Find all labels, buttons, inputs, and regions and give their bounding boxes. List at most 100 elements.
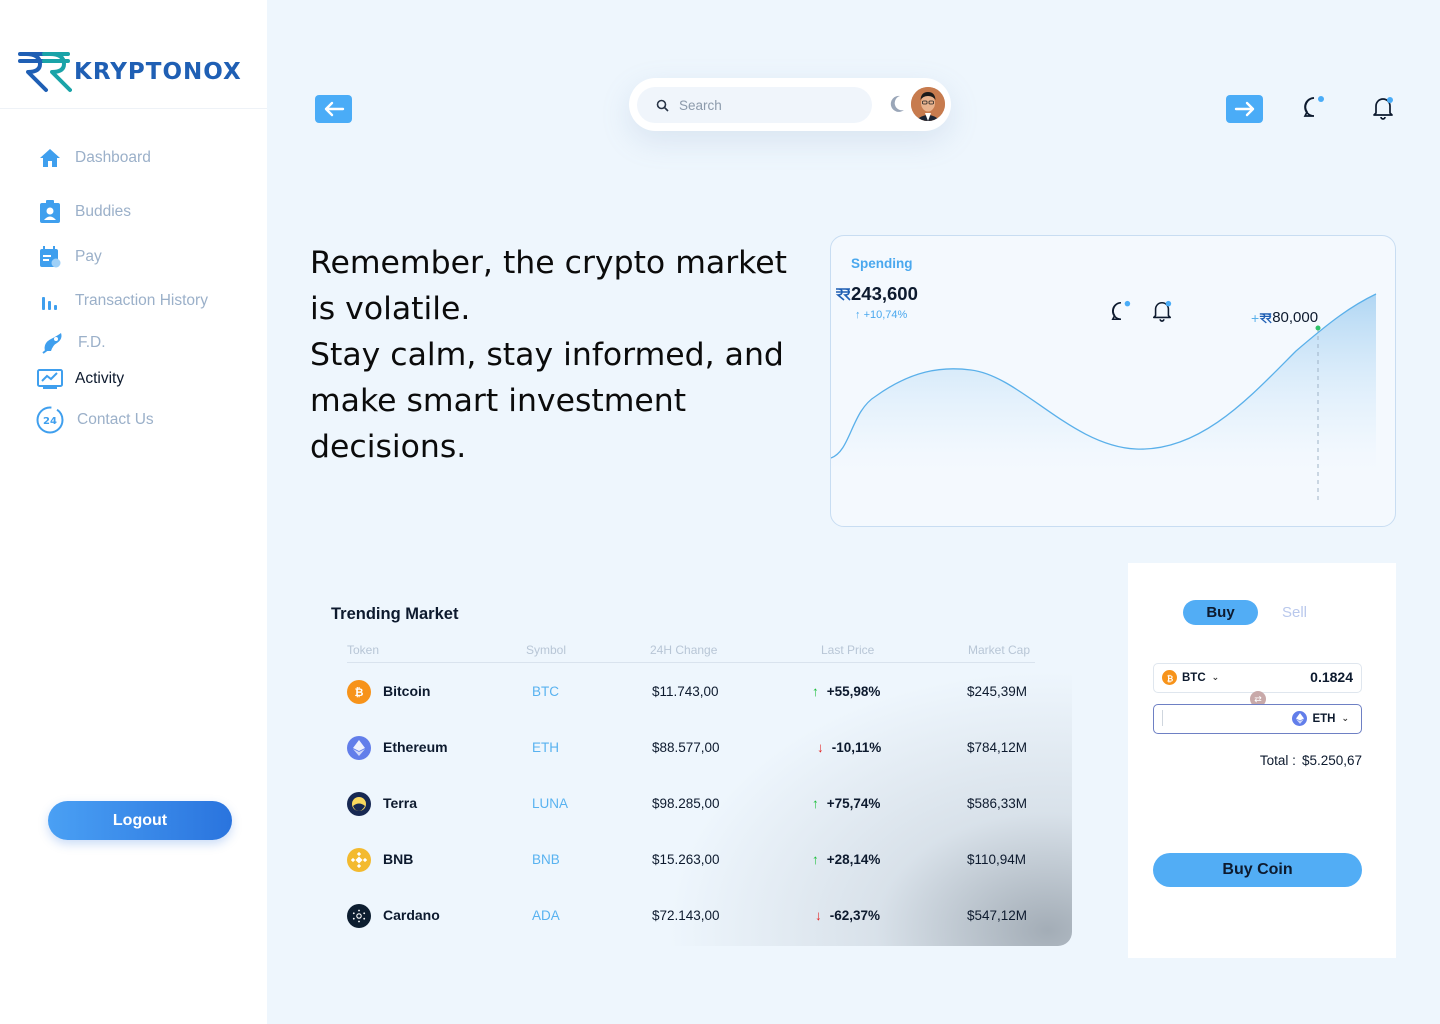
sidebar-item-label: Contact Us bbox=[77, 411, 154, 428]
table-row[interactable]: BNB BNB $15.263,00 ↑ +28,14% $110,94M bbox=[347, 831, 1035, 887]
avatar[interactable] bbox=[911, 87, 945, 121]
token-symbol: ADA bbox=[532, 908, 560, 923]
bnb-icon bbox=[347, 848, 371, 872]
sidebar-item-label: Activity bbox=[75, 370, 125, 387]
table-row[interactable]: Cardano ADA $72.143,00 ↓ -62,37% $547,12M bbox=[347, 887, 1035, 943]
token-last-price: ↑ +75,74% bbox=[812, 796, 880, 811]
support-24-icon: 24 bbox=[34, 404, 66, 436]
bitcoin-icon: ₿ bbox=[1162, 670, 1177, 685]
column-header-symbol: Symbol bbox=[526, 643, 567, 657]
spending-amount: 243,600 bbox=[835, 283, 918, 305]
table-row[interactable]: Terra LUNA $98.285,00 ↑ +75,74% $586,33M bbox=[347, 775, 1035, 831]
token-name: BNB bbox=[383, 851, 414, 867]
column-header-last-price: Last Price bbox=[821, 643, 875, 657]
plus-icon: + bbox=[1251, 309, 1260, 326]
token-last-price-value: +55,98% bbox=[826, 684, 881, 699]
token-last-price: ↓ -62,37% bbox=[815, 908, 880, 923]
sidebar-item-transaction-history[interactable]: Transaction History bbox=[36, 291, 208, 311]
from-coin-select[interactable]: ₿ BTC ⌄ bbox=[1162, 670, 1219, 685]
market-table-header: Token Symbol 24H Change Last Price Marke… bbox=[347, 640, 1035, 663]
arrow-up-icon: ↑ bbox=[812, 684, 819, 699]
back-button[interactable] bbox=[315, 95, 352, 123]
divider bbox=[0, 108, 267, 109]
sidebar-item-label: Pay bbox=[75, 248, 102, 265]
token-last-price: ↑ +55,98% bbox=[812, 684, 880, 699]
sidebar-item-dashboard[interactable]: Dashboard bbox=[36, 148, 151, 168]
svg-text:₿: ₿ bbox=[355, 686, 364, 699]
table-row[interactable]: ₿ Bitcoin BTC $11.743,00 ↑ +55,98% $245,3… bbox=[347, 663, 1035, 719]
headline-line-2: Stay calm, stay informed, and make smart… bbox=[310, 337, 784, 465]
card-chat-button[interactable] bbox=[1109, 299, 1133, 323]
from-amount-field[interactable]: ₿ BTC ⌄ bbox=[1153, 663, 1362, 693]
brand-name: KRYPTONOX bbox=[74, 59, 242, 85]
sidebar-item-activity[interactable]: Activity bbox=[36, 369, 124, 389]
tab-sell[interactable]: Sell bbox=[1278, 600, 1311, 625]
id-badge-icon bbox=[36, 198, 64, 226]
token-last-price-value: +28,14% bbox=[826, 852, 881, 867]
spending-peak-value: 80,000 bbox=[1272, 309, 1319, 326]
search-input[interactable] bbox=[679, 97, 859, 113]
search-field[interactable] bbox=[637, 87, 872, 123]
from-coin-label: BTC bbox=[1182, 671, 1206, 684]
token-symbol: BTC bbox=[532, 684, 559, 699]
logout-button[interactable]: Logout bbox=[48, 801, 232, 840]
peak-marker-dot bbox=[1315, 325, 1321, 331]
sidebar-item-fd[interactable]: F.D. bbox=[39, 333, 106, 354]
chat-bubble-icon bbox=[1111, 300, 1131, 321]
column-header-token: Token bbox=[347, 643, 380, 657]
rupee-logo-icon bbox=[18, 52, 72, 92]
spending-area-chart bbox=[831, 293, 1377, 504]
token-24h-change: $98.285,00 bbox=[652, 796, 720, 811]
svg-text:24: 24 bbox=[43, 416, 57, 427]
from-amount-input[interactable] bbox=[1253, 669, 1353, 685]
sidebar-item-label: F.D. bbox=[78, 334, 106, 351]
arrow-down-icon: ↓ bbox=[815, 908, 822, 923]
total-summary: Total : $5.250,67 bbox=[1260, 753, 1362, 768]
token-24h-change: $88.577,00 bbox=[652, 740, 720, 755]
table-row[interactable]: Ethereum ETH $88.577,00 ↓ -10,11% $784,12… bbox=[347, 719, 1035, 775]
moon-icon[interactable] bbox=[887, 94, 907, 114]
bar-chart-icon bbox=[36, 287, 64, 315]
to-amount-input[interactable] bbox=[1162, 710, 1282, 726]
to-coin-select[interactable]: ETH ⌄ bbox=[1292, 711, 1349, 726]
buy-coin-button[interactable]: Buy Coin bbox=[1153, 853, 1362, 887]
column-header-market-cap: Market Cap bbox=[968, 643, 1031, 657]
arrow-up-icon: ↑ bbox=[812, 852, 819, 867]
brand-logo[interactable]: KRYPTONOX bbox=[18, 50, 242, 94]
spending-card: Spending 243,600 ↑ +10,74% + 80,000 bbox=[830, 235, 1396, 527]
market-title: Trending Market bbox=[331, 605, 459, 623]
market-table: Token Symbol 24H Change Last Price Marke… bbox=[347, 640, 1035, 943]
home-icon bbox=[36, 144, 64, 172]
bitcoin-icon: ₿ bbox=[347, 680, 371, 704]
to-amount-field[interactable]: ETH ⌄ bbox=[1153, 704, 1362, 734]
sidebar-item-contact-us[interactable]: 24 Contact Us bbox=[34, 406, 154, 434]
notifications-button[interactable] bbox=[1370, 95, 1396, 121]
svg-text:₿: ₿ bbox=[1166, 674, 1173, 683]
token-market-cap: $547,12M bbox=[967, 908, 1028, 923]
search-icon bbox=[656, 99, 669, 112]
token-last-price-value: -62,37% bbox=[829, 908, 881, 923]
card-notifications-button[interactable] bbox=[1150, 299, 1174, 323]
forward-button[interactable] bbox=[1226, 95, 1263, 123]
headline: Remember, the crypto market is volatile.… bbox=[310, 240, 800, 470]
token-market-cap: $586,33M bbox=[967, 796, 1028, 811]
sidebar-item-label: Buddies bbox=[75, 203, 132, 220]
token-24h-change: $72.143,00 bbox=[652, 908, 720, 923]
terra-icon bbox=[347, 792, 371, 816]
sidebar-item-buddies[interactable]: Buddies bbox=[36, 200, 132, 223]
token-last-price: ↓ -10,11% bbox=[817, 740, 881, 755]
token-24h-change: $11.743,00 bbox=[652, 684, 719, 699]
token-last-price-value: +75,74% bbox=[826, 796, 881, 811]
column-header-24h-change: 24H Change bbox=[650, 643, 718, 657]
calendar-pay-icon bbox=[36, 243, 64, 271]
token-market-cap: $110,94M bbox=[967, 852, 1027, 867]
tab-buy[interactable]: Buy bbox=[1183, 600, 1258, 625]
chevron-down-icon: ⌄ bbox=[1211, 672, 1220, 682]
sidebar-item-label: Transaction History bbox=[75, 292, 208, 309]
chat-button[interactable] bbox=[1301, 94, 1327, 120]
total-label: Total : bbox=[1259, 753, 1296, 768]
sidebar-item-pay[interactable]: Pay bbox=[36, 246, 102, 268]
spending-change: ↑ +10,74% bbox=[855, 309, 907, 321]
trade-panel: Buy Sell ₿ BTC ⌄ ⇄ ETH ⌄ Total : $5.250,… bbox=[1128, 563, 1396, 958]
token-symbol: BNB bbox=[532, 852, 560, 867]
